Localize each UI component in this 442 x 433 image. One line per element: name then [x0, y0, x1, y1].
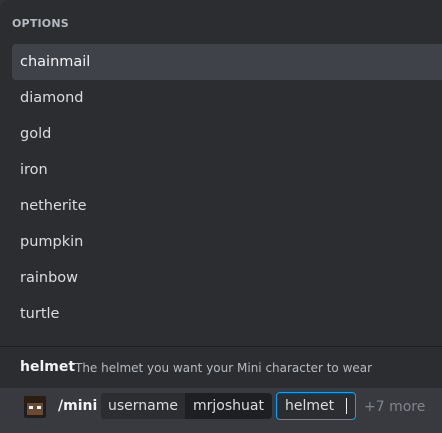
command-input-bar[interactable]: /mini username mrjoshuat helmet +7 more	[0, 388, 442, 433]
option-item-rainbow[interactable]: rainbow	[12, 260, 442, 296]
options-header: OPTIONS	[12, 17, 69, 30]
more-options-indicator[interactable]: +7 more	[364, 399, 425, 415]
active-argument-key[interactable]: helmet	[277, 393, 341, 419]
argument-key: username	[101, 393, 185, 419]
text-caret	[346, 398, 347, 414]
option-item-chainmail[interactable]: chainmail	[12, 44, 442, 80]
argument-chip-username[interactable]: username mrjoshuat	[101, 393, 272, 419]
avatar-icon	[24, 396, 46, 418]
option-item-iron[interactable]: iron	[12, 152, 442, 188]
option-item-gold[interactable]: gold	[12, 116, 442, 152]
option-item-pumpkin[interactable]: pumpkin	[12, 224, 442, 260]
option-item-turtle[interactable]: turtle	[12, 296, 442, 332]
parameter-name: helmet	[20, 359, 76, 375]
argument-value[interactable]: mrjoshuat	[185, 393, 272, 419]
command-name: /mini	[58, 398, 98, 414]
option-item-diamond[interactable]: diamond	[12, 80, 442, 116]
parameter-description: The helmet you want your Mini character …	[75, 361, 373, 375]
autocomplete-popup: OPTIONS chainmail diamond gold iron neth…	[0, 0, 442, 346]
option-list: chainmail diamond gold iron netherite pu…	[12, 44, 442, 332]
parameter-info: helmet The helmet you want your Mini cha…	[0, 346, 442, 389]
option-item-netherite[interactable]: netherite	[12, 188, 442, 224]
argument-chip-helmet-active[interactable]: helmet	[276, 392, 356, 420]
